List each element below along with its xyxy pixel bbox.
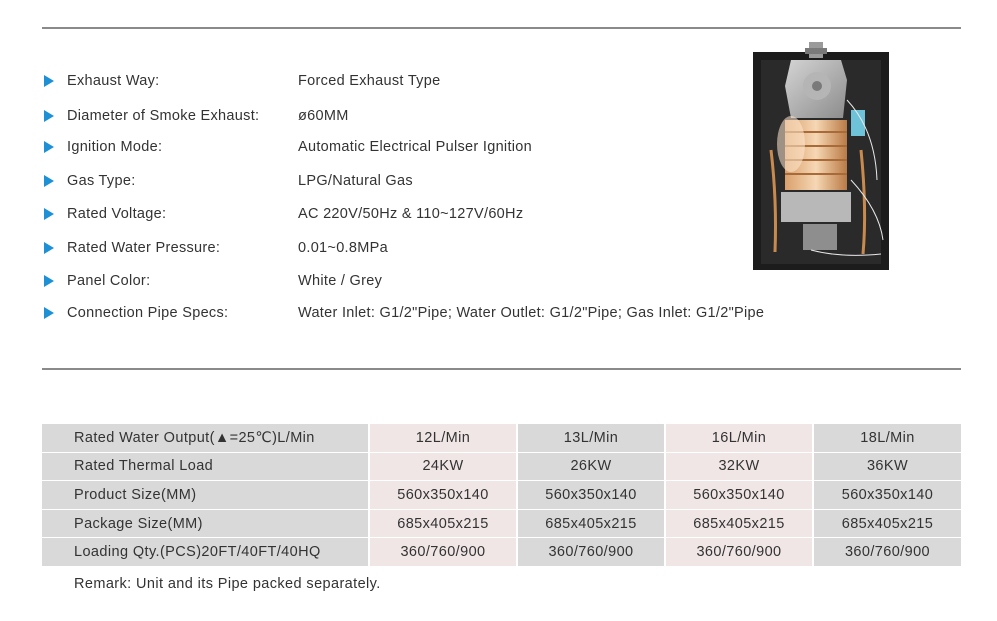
spec-label: Rated Voltage:: [67, 206, 167, 222]
spec-row-exhaust-way: Exhaust Way: Forced Exhaust Type: [42, 68, 440, 94]
spec-label: Exhaust Way:: [67, 73, 160, 89]
table-row-header: Loading Qty.(PCS)20FT/40FT/40HQ: [42, 538, 368, 566]
water-heater-interior-image: [753, 42, 889, 270]
spec-label: Gas Type:: [67, 173, 136, 189]
spec-value: Automatic Electrical Pulser Ignition: [298, 139, 533, 155]
table-cell: 560x350x140: [812, 481, 961, 509]
spec-label: Ignition Mode:: [67, 139, 163, 155]
table-cell: 32KW: [664, 452, 812, 481]
table-row-header: Product Size(MM): [42, 481, 368, 509]
spec-label: Panel Color:: [67, 273, 151, 289]
table-row: Loading Qty.(PCS)20FT/40FT/40HQ 360/760/…: [42, 537, 961, 566]
spec-value: AC 220V/50Hz & 110~127V/60Hz: [298, 206, 524, 222]
table-row: Product Size(MM) 560x350x140 560x350x140…: [42, 480, 961, 509]
bullet-triangle-icon: [44, 275, 54, 287]
spec-value: 0.01~0.8MPa: [298, 240, 388, 256]
bullet-triangle-icon: [44, 141, 54, 153]
table-cell: 560x350x140: [368, 481, 516, 509]
spec-row-ignition-mode: Ignition Mode: Automatic Electrical Puls…: [42, 134, 532, 160]
spec-label: Connection Pipe Specs:: [67, 305, 229, 321]
middle-divider: [42, 368, 961, 370]
bullet-triangle-icon: [44, 307, 54, 319]
table-cell: 18L/Min: [812, 424, 961, 452]
table-cell: 360/760/900: [368, 538, 516, 566]
bullet-triangle-icon: [44, 242, 54, 254]
table-cell: 16L/Min: [664, 424, 812, 452]
table-cell: 12L/Min: [368, 424, 516, 452]
table-row: Package Size(MM) 685x405x215 685x405x215…: [42, 508, 961, 538]
remark-note: Remark: Unit and its Pipe packed separat…: [74, 576, 381, 592]
table-cell: 26KW: [516, 452, 664, 481]
spec-row-panel-color: Panel Color: White / Grey: [42, 268, 382, 294]
table-cell: 685x405x215: [516, 509, 664, 538]
bullet-triangle-icon: [44, 175, 54, 187]
table-cell: 685x405x215: [664, 509, 812, 538]
table-cell: 360/760/900: [516, 538, 664, 566]
table-row-header: Rated Water Output(▲=25℃)L/Min: [42, 424, 368, 452]
table-cell: 36KW: [812, 452, 961, 481]
table-cell: 360/760/900: [812, 538, 961, 566]
table-cell: 24KW: [368, 452, 516, 481]
spec-row-rated-voltage: Rated Voltage: AC 220V/50Hz & 110~127V/6…: [42, 201, 523, 227]
bullet-triangle-icon: [44, 110, 54, 122]
spec-row-water-pressure: Rated Water Pressure: 0.01~0.8MPa: [42, 235, 388, 261]
spec-value: LPG/Natural Gas: [298, 173, 413, 189]
spec-row-gas-type: Gas Type: LPG/Natural Gas: [42, 168, 413, 194]
spec-label: Diameter of Smoke Exhaust:: [67, 108, 260, 124]
table-cell: 560x350x140: [664, 481, 812, 509]
spec-row-pipe-specs: Connection Pipe Specs: Water Inlet: G1/2…: [42, 300, 764, 326]
spec-value: ø60MM: [298, 108, 349, 124]
bullet-triangle-icon: [44, 75, 54, 87]
table-cell: 685x405x215: [812, 509, 961, 538]
table-cell: 685x405x215: [368, 509, 516, 538]
spec-value: Water Inlet: G1/2"Pipe; Water Outlet: G1…: [298, 305, 765, 321]
table-cell: 360/760/900: [664, 538, 812, 566]
table-cell: 13L/Min: [516, 424, 664, 452]
spec-label: Rated Water Pressure:: [67, 240, 221, 256]
spec-value: White / Grey: [298, 273, 383, 289]
table-row: Rated Thermal Load 24KW 26KW 32KW 36KW: [42, 451, 961, 481]
table-row-header: Package Size(MM): [42, 509, 368, 538]
table-row: Rated Water Output(▲=25℃)L/Min 12L/Min 1…: [42, 420, 961, 452]
spec-row-smoke-exhaust: Diameter of Smoke Exhaust: ø60MM: [42, 103, 348, 129]
spec-value: Forced Exhaust Type: [298, 73, 441, 89]
spec-table: Rated Water Output(▲=25℃)L/Min 12L/Min 1…: [42, 420, 961, 566]
table-row-header: Rated Thermal Load: [42, 452, 368, 481]
table-cell: 560x350x140: [516, 481, 664, 509]
bullet-triangle-icon: [44, 208, 54, 220]
top-divider: [42, 27, 961, 29]
